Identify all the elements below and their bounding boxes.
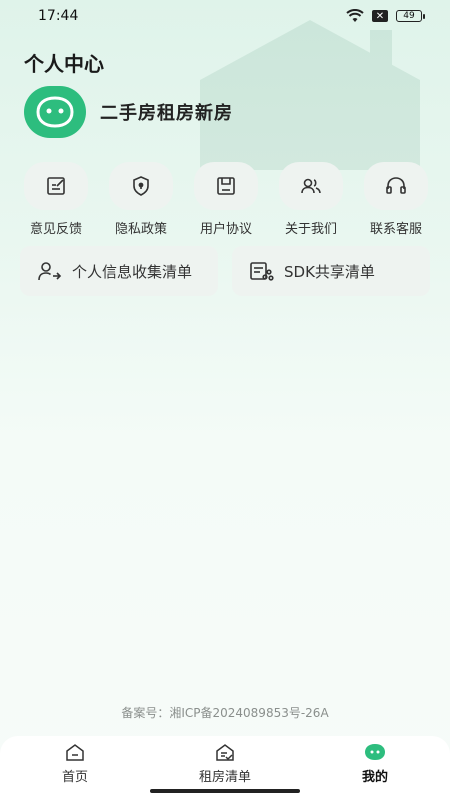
status-time: 17:44 <box>38 8 79 24</box>
headset-icon <box>386 177 406 194</box>
quick-action-customer-service[interactable]: 联系客服 <box>358 162 434 237</box>
quick-action-icon-box[interactable] <box>364 162 428 210</box>
quick-action-label: 关于我们 <box>284 222 337 237</box>
profile-face-icon <box>365 744 385 760</box>
tab-mine[interactable]: 我的 <box>315 742 435 785</box>
icp-record-text: 备案号：湘ICP备2024089853号-26A <box>121 706 329 720</box>
tab-label: 首页 <box>61 770 88 785</box>
tab-label: 我的 <box>361 770 388 785</box>
quick-action-icon-box[interactable] <box>279 162 343 210</box>
share-list-icon <box>250 262 274 281</box>
sdk-share-list-label: SDK共享清单 <box>284 262 375 281</box>
tab-home[interactable]: 首页 <box>15 742 135 785</box>
shield-icon <box>133 176 149 196</box>
quick-action-icon-box[interactable] <box>24 162 88 210</box>
info-list-cards: 个人信息收集清单 SDK共享清单 <box>20 246 430 296</box>
feedback-icon <box>47 177 65 195</box>
tab-rent-list[interactable]: 租房清单 <box>165 742 285 785</box>
home-indicator[interactable] <box>150 789 300 793</box>
avatar-face-icon <box>36 96 74 128</box>
home-icon <box>66 744 84 761</box>
user-info-icon <box>38 262 62 281</box>
personal-info-list-label: 个人信息收集清单 <box>72 262 193 281</box>
house-list-icon <box>216 744 234 761</box>
tab-label: 租房清单 <box>198 770 251 785</box>
document-icon <box>217 177 235 195</box>
profile-header[interactable]: 二手房租房新房 <box>24 86 233 138</box>
quick-action-user-agreement[interactable]: 用户协议 <box>188 162 264 237</box>
sdk-share-list-button[interactable]: SDK共享清单 <box>232 246 430 296</box>
quick-action-icon-box[interactable] <box>194 162 258 210</box>
quick-action-label: 隐私政策 <box>114 222 167 237</box>
quick-action-about[interactable]: 关于我们 <box>273 162 349 237</box>
quick-action-feedback[interactable]: 意见反馈 <box>18 162 94 237</box>
app-name: 二手房租房新房 <box>100 103 233 124</box>
avatar[interactable] <box>24 86 86 138</box>
quick-action-label: 联系客服 <box>369 222 422 237</box>
quick-actions: 意见反馈 隐私政策 用户协议 关于我们 联系客服 <box>18 162 434 237</box>
personal-info-list-button[interactable]: 个人信息收集清单 <box>20 246 218 296</box>
page-title: 个人中心 <box>24 52 104 76</box>
quick-action-label: 意见反馈 <box>29 222 82 237</box>
quick-action-icon-box[interactable] <box>109 162 173 210</box>
users-icon <box>301 178 321 194</box>
quick-action-privacy[interactable]: 隐私政策 <box>103 162 179 237</box>
quick-action-label: 用户协议 <box>199 222 252 237</box>
